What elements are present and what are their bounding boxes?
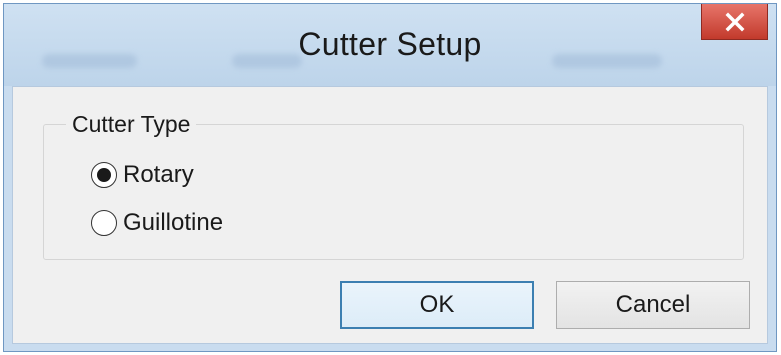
radio-guillotine-label[interactable]: Guillotine xyxy=(123,209,223,237)
ok-button[interactable]: OK xyxy=(340,281,534,329)
radio-unselected-icon[interactable] xyxy=(91,210,117,236)
dialog-title: Cutter Setup xyxy=(298,26,482,62)
cutter-setup-dialog: Cutter Setup Cutter Type Rotary Guilloti… xyxy=(3,3,777,352)
radio-rotary-label[interactable]: Rotary xyxy=(123,161,194,189)
radio-dot-icon xyxy=(97,168,111,182)
title-bar[interactable]: Cutter Setup xyxy=(4,4,776,86)
dialog-body: Cutter Type Rotary Guillotine OK Cancel xyxy=(12,86,768,344)
cancel-button[interactable]: Cancel xyxy=(556,281,750,329)
cutter-type-group xyxy=(43,124,744,260)
radio-selected-icon[interactable] xyxy=(91,162,117,188)
close-button[interactable] xyxy=(701,4,768,40)
radio-rotary[interactable]: Rotary xyxy=(91,161,194,189)
cutter-type-legend: Cutter Type xyxy=(66,111,197,138)
close-icon xyxy=(725,12,744,31)
radio-guillotine[interactable]: Guillotine xyxy=(91,209,223,237)
